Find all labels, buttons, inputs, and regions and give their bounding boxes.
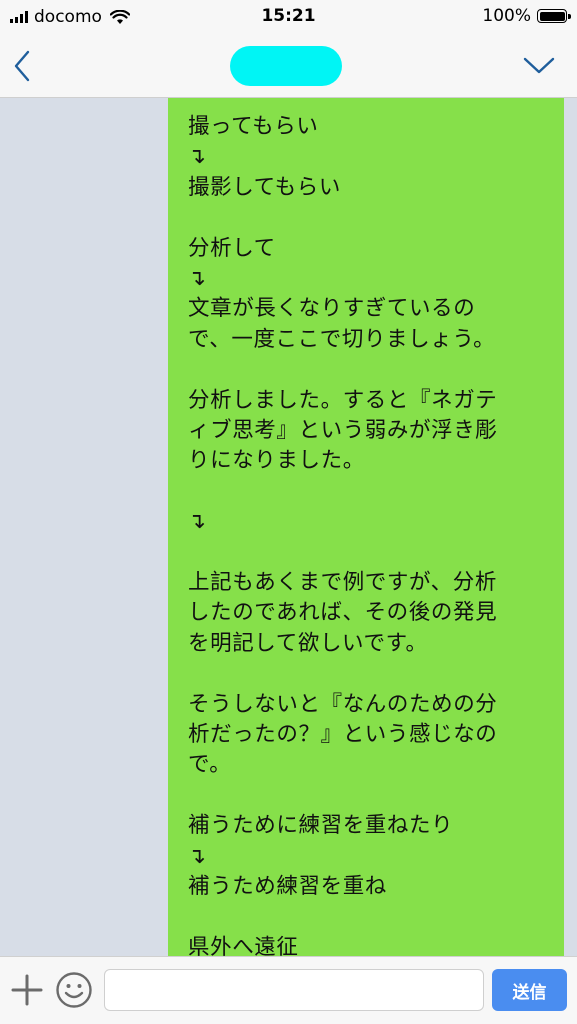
message-line: りになりました。 (188, 448, 365, 474)
message-line: ↴ (188, 144, 207, 170)
message-line: ↴ (188, 266, 207, 292)
message-line: 上記もあくまで例ですが、分析 (188, 570, 497, 596)
message-line: 補うために練習を重ねたり (188, 813, 454, 839)
message-line: ↴ (188, 843, 207, 869)
message-line: 分析して (188, 235, 276, 261)
nav-bar (0, 34, 577, 98)
message-line: 文章が長くなりすぎているの (188, 296, 476, 322)
message-line (188, 902, 546, 932)
message-line (188, 659, 546, 689)
message-line (188, 781, 546, 811)
message-line: 県外へ遠征 (188, 934, 299, 956)
message-line: 補うため練習を重ね (188, 874, 387, 900)
message-line (188, 203, 546, 233)
plus-icon[interactable] (10, 973, 44, 1007)
input-bar: 送信 (0, 956, 577, 1024)
message-line: を明記して欲しいです。 (188, 630, 428, 656)
message-line (188, 477, 546, 507)
chevron-down-icon[interactable] (519, 50, 559, 80)
message-line: で。 (188, 752, 232, 778)
battery-percent: 100% (482, 6, 531, 26)
chevron-left-icon[interactable] (8, 46, 38, 86)
smiley-icon[interactable] (55, 971, 93, 1009)
message-line: 析だったの？』という感じなの (188, 722, 498, 748)
message-line: で、一度ここで切りましょう。 (188, 326, 496, 352)
message-line: 撮影してもらい (188, 174, 341, 200)
message-line (188, 355, 546, 385)
message-line: そうしないと『なんのための分 (188, 691, 498, 717)
battery-icon (537, 9, 571, 23)
message-line (188, 538, 546, 568)
message-line: 撮ってもらい (188, 114, 319, 139)
chat-area[interactable]: 撮ってもらい ↴ 撮影してもらい 分析して ↴ 文章が長くなりすぎているの で、一度ここで切… (0, 98, 577, 956)
battery-fill (539, 11, 565, 21)
message-line: したのであれば、その後の発見 (188, 600, 498, 626)
message-line: 分析しました。すると『ネガテ (188, 387, 498, 413)
status-bar: docomo 15:21 100% (0, 0, 577, 34)
message-bubble[interactable]: 撮ってもらい ↴ 撮影してもらい 分析して ↴ 文章が長くなりすぎているの で、一度ここで切… (168, 98, 564, 956)
message-line: ↴ (188, 509, 207, 535)
status-right: 100% (482, 6, 571, 26)
message-input[interactable] (104, 969, 484, 1011)
send-button[interactable]: 送信 (492, 969, 567, 1011)
redacted-contact-name (230, 46, 342, 86)
message-line: ィブ思考』という弱みが浮き彫 (188, 418, 498, 444)
